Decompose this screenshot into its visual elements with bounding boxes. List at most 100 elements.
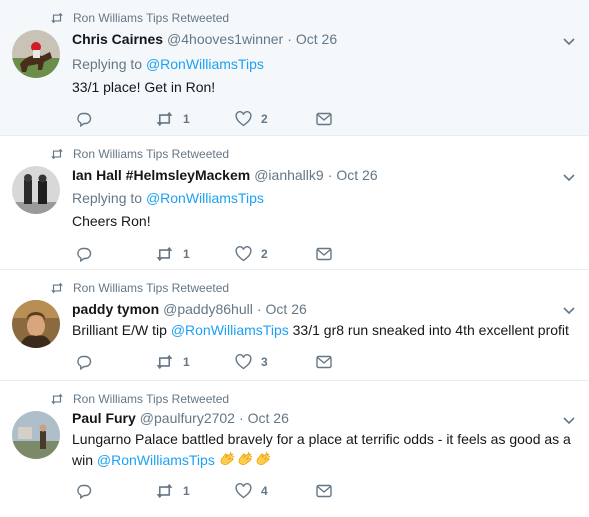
mention-link[interactable]: @RonWilliamsTips (146, 190, 264, 206)
separator-dot: · (327, 167, 333, 183)
avatar[interactable] (12, 411, 60, 459)
timeline: Ron Williams Tips Retweeted Chris Cairne… (0, 0, 589, 517)
tweet-time[interactable]: Oct 26 (296, 31, 337, 47)
tweet-actions: 1 3 (72, 354, 372, 370)
retweet-context: Ron Williams Tips Retweeted (50, 392, 229, 406)
retweet-button[interactable]: 1 (155, 246, 190, 262)
tweet-time[interactable]: Oct 26 (248, 410, 289, 426)
chevron-down-icon[interactable] (563, 307, 575, 315)
retweet-count: 1 (183, 247, 190, 261)
display-name[interactable]: paddy tymon (72, 301, 159, 317)
chevron-down-icon[interactable] (563, 38, 575, 46)
tweet-text-line: Lungarno Palace battled bravely for a pl… (72, 431, 571, 447)
heart-icon (235, 354, 252, 370)
heart-icon (235, 111, 252, 127)
display-name[interactable]: Chris Cairnes (72, 31, 163, 47)
mention-link[interactable]: @RonWilliamsTips (97, 452, 215, 468)
replying-to-label: Replying to (72, 190, 146, 206)
tweet-paddy-tymon[interactable]: Ron Williams Tips Retweeted paddy tymon … (0, 270, 589, 381)
tweet-text: Cheers Ron! (72, 213, 151, 229)
retweet-icon (156, 246, 173, 262)
separator-dot: · (238, 410, 244, 426)
tweet-time[interactable]: Oct 26 (336, 167, 377, 183)
direct-message-button[interactable] (316, 354, 332, 370)
reply-button[interactable] (76, 483, 92, 499)
heart-icon (235, 246, 252, 262)
retweet-icon (156, 354, 173, 370)
tweet-text: 33/1 place! Get in Ron! (72, 79, 216, 95)
tweet-time[interactable]: Oct 26 (266, 301, 307, 317)
direct-message-button[interactable] (316, 246, 332, 262)
tweet-text-part: Brilliant E/W tip (72, 322, 171, 338)
reply-button[interactable] (76, 354, 92, 370)
retweet-context: Ron Williams Tips Retweeted (50, 281, 229, 295)
like-count: 3 (261, 355, 268, 369)
chevron-down-icon[interactable] (563, 417, 575, 425)
reply-button[interactable] (76, 246, 92, 262)
mail-icon (316, 355, 332, 369)
retweeted-by-label[interactable]: Ron Williams Tips Retweeted (73, 147, 229, 161)
clapping-hands-emoji (219, 451, 273, 468)
like-button[interactable]: 2 (235, 111, 268, 127)
display-name[interactable]: Paul Fury (72, 410, 136, 426)
like-button[interactable]: 3 (235, 354, 268, 370)
tweet-chris-cairnes[interactable]: Ron Williams Tips Retweeted Chris Cairne… (0, 0, 589, 136)
retweet-icon (51, 12, 63, 24)
tweet-text: Brilliant E/W tip @RonWilliamsTips 33/1 … (72, 320, 577, 341)
retweet-icon (51, 282, 63, 294)
replying-to: Replying to @RonWilliamsTips (72, 190, 264, 206)
avatar[interactable] (12, 300, 60, 348)
chevron-down-icon[interactable] (563, 174, 575, 182)
tweet-header: Paul Fury @paulfury2702 · Oct 26 (72, 410, 289, 426)
tweet-text-part: win (72, 452, 97, 468)
heart-icon (235, 483, 252, 499)
replying-to: Replying to @RonWilliamsTips (72, 56, 264, 72)
retweeted-by-label[interactable]: Ron Williams Tips Retweeted (73, 281, 229, 295)
tweet-header: Chris Cairnes @4hooves1winner · Oct 26 (72, 31, 337, 47)
like-button[interactable]: 2 (235, 246, 268, 262)
mention-link[interactable]: @RonWilliamsTips (146, 56, 264, 72)
like-count: 2 (261, 247, 268, 261)
display-name[interactable]: Ian Hall #HelmsleyMackem (72, 167, 250, 183)
user-handle[interactable]: @paulfury2702 (140, 410, 235, 426)
direct-message-button[interactable] (316, 483, 332, 499)
retweet-icon (51, 393, 63, 405)
separator-dot: · (287, 31, 292, 47)
replying-to-label: Replying to (72, 56, 146, 72)
tweet-text: Lungarno Palace battled bravely for a pl… (72, 429, 577, 471)
clapping-hands-icon (238, 451, 252, 466)
retweet-icon (51, 148, 63, 160)
tweet-actions: 1 2 (72, 246, 372, 262)
user-handle[interactable]: @4hooves1winner (167, 31, 283, 47)
mail-icon (316, 484, 332, 498)
retweet-button[interactable]: 1 (155, 354, 190, 370)
reply-icon (77, 355, 92, 370)
retweet-button[interactable]: 1 (155, 483, 190, 499)
user-handle[interactable]: @paddy86hull (163, 301, 253, 317)
direct-message-button[interactable] (316, 111, 332, 127)
retweet-icon (156, 111, 173, 127)
tweet-text-line: win @RonWilliamsTips (72, 450, 577, 471)
mention-link[interactable]: @RonWilliamsTips (171, 322, 289, 338)
tweet-paul-fury[interactable]: Ron Williams Tips Retweeted Paul Fury @p… (0, 381, 589, 517)
tweet-header: paddy tymon @paddy86hull · Oct 26 (72, 301, 307, 317)
retweet-count: 1 (183, 355, 190, 369)
reply-icon (77, 247, 92, 262)
retweet-count: 1 (183, 112, 190, 126)
mail-icon (316, 112, 332, 126)
reply-icon (77, 484, 92, 499)
tweet-ian-hall[interactable]: Ron Williams Tips Retweeted Ian Hall #He… (0, 136, 589, 270)
retweet-context: Ron Williams Tips Retweeted (50, 147, 229, 161)
retweet-button[interactable]: 1 (155, 111, 190, 127)
retweeted-by-label[interactable]: Ron Williams Tips Retweeted (73, 11, 229, 25)
retweeted-by-label[interactable]: Ron Williams Tips Retweeted (73, 392, 229, 406)
avatar[interactable] (12, 30, 60, 78)
separator-dot: · (256, 301, 262, 317)
reply-button[interactable] (76, 111, 92, 127)
reply-icon (77, 112, 92, 127)
clapping-hands-icon (256, 451, 270, 466)
avatar[interactable] (12, 166, 60, 214)
user-handle[interactable]: @ianhallk9 (254, 167, 323, 183)
like-button[interactable]: 4 (235, 483, 268, 499)
retweet-context: Ron Williams Tips Retweeted (50, 11, 229, 25)
